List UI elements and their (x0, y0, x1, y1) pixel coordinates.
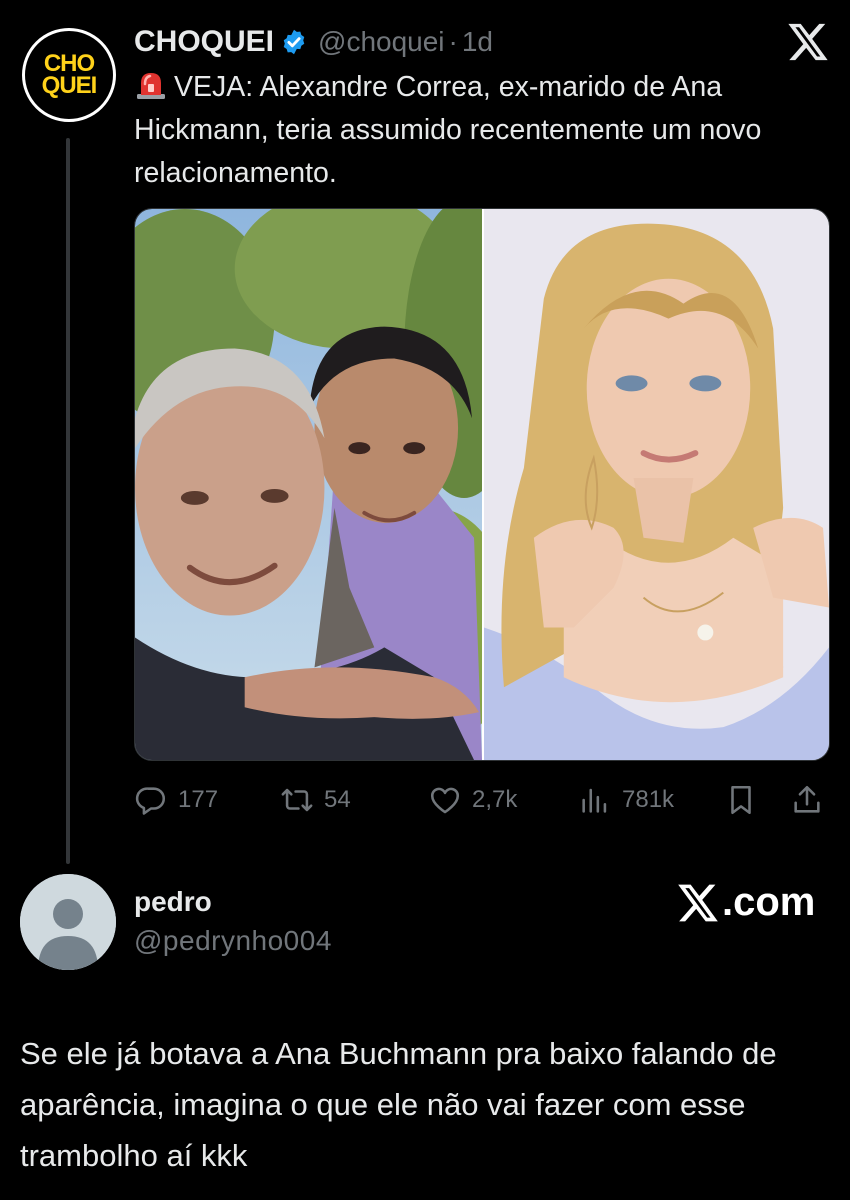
police-siren-icon (137, 73, 165, 99)
repost-count: 54 (324, 786, 351, 813)
tweet-time[interactable]: 1d (462, 26, 493, 58)
tweet-text: VEJA: Alexandre Correa, ex-marido de Ana… (134, 71, 762, 189)
share-button[interactable] (790, 780, 834, 820)
x-com-watermark: .com (676, 880, 815, 925)
pedro-avatar[interactable] (20, 874, 116, 970)
reply-icon (135, 787, 166, 815)
reply-author-name[interactable]: pedro (134, 886, 212, 918)
reply-author-handle[interactable]: @pedrynho004 (134, 925, 332, 957)
tweet-actions-bar: 177 54 2,7k 781k (134, 780, 834, 820)
bookmark-icon (731, 785, 751, 815)
view-count: 781k (622, 786, 675, 813)
x-logo-icon[interactable] (786, 22, 830, 62)
verified-badge-icon (283, 29, 305, 55)
blonde-portrait-image (484, 209, 829, 760)
like-icon (430, 787, 460, 814)
repost-button[interactable]: 54 (280, 780, 351, 820)
tweet-media[interactable] (134, 208, 830, 761)
views-button[interactable]: 781k (578, 780, 674, 820)
reply-button[interactable]: 177 (134, 780, 218, 820)
couple-selfie-image (135, 209, 482, 760)
separator-dot: · (448, 26, 458, 57)
media-photo-couple[interactable] (135, 209, 482, 760)
like-count: 2,7k (472, 786, 518, 813)
x-com-suffix: .com (722, 880, 816, 924)
choquei-avatar[interactable]: CHO QUEI (22, 28, 116, 122)
tweet-body: VEJA: Alexandre Correa, ex-marido de Ana… (134, 66, 824, 195)
reply-count: 177 (178, 786, 219, 813)
like-button[interactable]: 2,7k (428, 780, 517, 820)
repost-icon (281, 788, 313, 812)
views-icon (582, 788, 607, 813)
reply-body: Se ele já botava a Ana Buchmann pra baix… (20, 1036, 777, 1173)
media-photo-portrait[interactable] (482, 209, 829, 760)
default-profile-icon (20, 874, 116, 970)
tweet-header: CHOQUEI @choquei · 1d (134, 22, 493, 62)
share-icon (794, 785, 820, 813)
x-logo-icon (678, 884, 718, 921)
avatar-logo-line-2: QUEI (41, 72, 98, 99)
author-name[interactable]: CHOQUEI (134, 25, 274, 59)
author-handle[interactable]: @choquei (318, 26, 445, 58)
thread-connector-line (66, 138, 70, 864)
bookmark-button[interactable] (724, 780, 768, 820)
